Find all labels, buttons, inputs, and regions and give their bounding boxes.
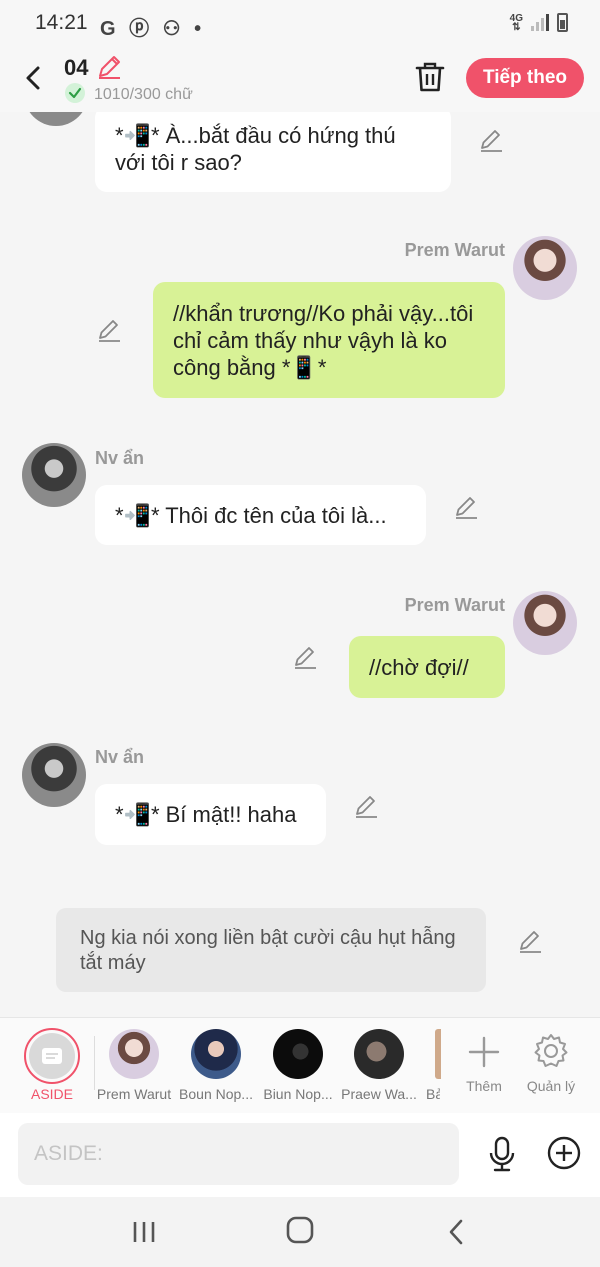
notification-icons: G ⓟ ⚇ • <box>100 18 206 40</box>
character-name: Boun Nop... <box>179 1086 253 1102</box>
edit-pencil-icon[interactable] <box>517 928 543 954</box>
status-right: 4G ⇅ <box>510 13 568 32</box>
signal-icon <box>531 14 549 31</box>
speaker-name: Nv ẩn <box>95 747 145 767</box>
add-label[interactable]: Thêm <box>455 1078 513 1094</box>
trash-icon[interactable] <box>414 60 446 94</box>
message-bubble-left[interactable]: *📲* À...bắt đầu có hứng thú với tôi r sa… <box>95 112 451 192</box>
status-bar: 14:21 G ⓟ ⚇ • 4G ⇅ <box>0 0 600 46</box>
avatar-nv-an[interactable] <box>24 112 88 126</box>
message-bubble-right[interactable]: //khẩn trương//Ko phải vậy...tôi chỉ cảm… <box>153 282 505 398</box>
char-count: 1010/300 chữ <box>94 86 193 103</box>
aside-chat-icon <box>29 1033 75 1079</box>
episode-title: 04 <box>64 55 89 80</box>
check-icon <box>65 83 85 103</box>
character-name: Prem Warut <box>96 1086 172 1102</box>
editor-header: 04 1010/300 chữ Tiếp theo <box>0 46 600 112</box>
divider <box>94 1036 95 1090</box>
avatar-prem-warut[interactable] <box>513 591 577 655</box>
network-4g-icon: 4G ⇅ <box>509 12 523 33</box>
message-bubble-left[interactable]: *📲* Thôi đc tên của tôi là... <box>95 485 426 545</box>
aside-input[interactable] <box>18 1123 459 1185</box>
edit-pencil-icon[interactable] <box>353 793 379 819</box>
battery-icon <box>557 13 568 32</box>
aside-selector[interactable] <box>24 1028 80 1084</box>
character-avatar[interactable] <box>109 1029 159 1079</box>
character-avatar[interactable] <box>354 1029 404 1079</box>
chat-area[interactable]: *📲* À...bắt đầu có hứng thú với tôi r sa… <box>0 112 600 1017</box>
avatar-prem-warut[interactable] <box>513 236 577 300</box>
plus-circle-icon[interactable] <box>546 1135 582 1171</box>
input-bar <box>0 1113 600 1197</box>
edit-pencil-icon[interactable] <box>453 494 479 520</box>
recent-apps-icon[interactable] <box>130 1219 158 1245</box>
add-character-icon[interactable] <box>464 1032 504 1072</box>
manage-label[interactable]: Quản lý <box>520 1078 582 1094</box>
system-nav-bar <box>0 1197 600 1267</box>
edit-pencil-icon[interactable] <box>292 644 318 670</box>
edit-pencil-icon[interactable] <box>96 317 122 343</box>
avatar-nv-an[interactable] <box>22 443 86 507</box>
aside-label: ASIDE <box>30 1086 73 1102</box>
next-button[interactable]: Tiếp theo <box>466 58 584 98</box>
speaker-name: Prem Warut <box>404 240 505 260</box>
back-arrow-icon[interactable] <box>18 60 50 96</box>
mic-icon[interactable] <box>486 1135 518 1175</box>
character-avatar[interactable] <box>191 1029 241 1079</box>
character-name: Biun Nop... <box>263 1086 333 1102</box>
message-bubble-right[interactable]: //chờ đợi// <box>349 636 505 698</box>
character-name: Praew Wa... <box>341 1086 417 1102</box>
speaker-name: Prem Warut <box>404 595 505 615</box>
edit-title-pencil-icon[interactable] <box>96 54 122 80</box>
nav-back-icon[interactable] <box>444 1217 468 1247</box>
gear-icon[interactable] <box>532 1032 570 1070</box>
avatar-nv-an[interactable] <box>22 743 86 807</box>
message-bubble-left[interactable]: *📲* Bí mật!! haha <box>95 784 326 845</box>
character-bar: ASIDE Prem Warut Boun Nop... Biun Nop...… <box>0 1017 600 1113</box>
status-time: 14:21 <box>35 11 88 34</box>
edit-pencil-icon[interactable] <box>478 127 504 153</box>
speaker-name: Nv ẩn <box>95 448 145 468</box>
character-name: Bả <box>426 1086 440 1102</box>
character-avatar[interactable] <box>273 1029 323 1079</box>
character-avatar[interactable] <box>435 1029 441 1079</box>
home-icon[interactable] <box>285 1215 315 1245</box>
aside-narration[interactable]: Ng kia nói xong liền bật cười cậu hụt hẫ… <box>56 908 486 992</box>
